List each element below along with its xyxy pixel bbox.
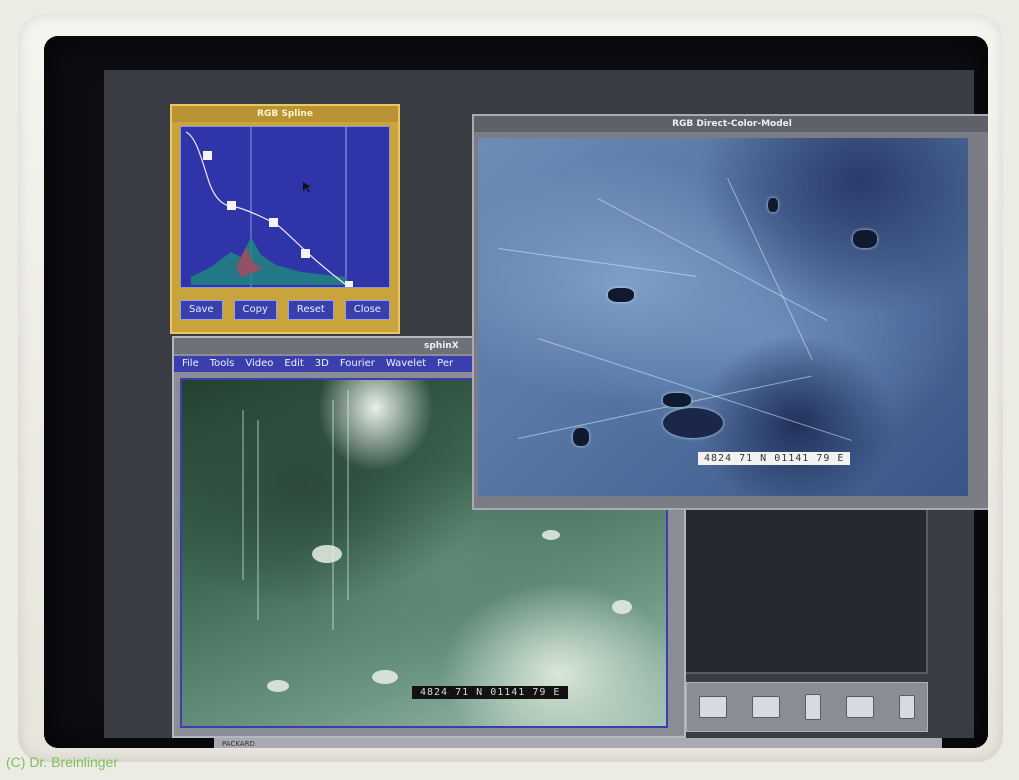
spline-button-row: Save Copy Reset Close: [180, 300, 390, 326]
scan-streak: [257, 420, 259, 620]
monitor-screen: RGB Spline Save Copy Reset Close sphinX …: [44, 36, 988, 748]
control-point[interactable]: [301, 249, 310, 258]
rgb-direct-color-title[interactable]: RGB Direct-Color-Model: [474, 116, 988, 132]
menu-file[interactable]: File: [182, 356, 199, 372]
dark-pit: [768, 198, 778, 212]
reset-button[interactable]: Reset: [287, 300, 334, 320]
tool-icon[interactable]: [845, 696, 874, 718]
menu-3d[interactable]: 3D: [315, 356, 329, 372]
crack-line: [597, 198, 828, 321]
control-point[interactable]: [269, 218, 278, 227]
card-icon[interactable]: [752, 696, 781, 718]
car-icon[interactable]: [699, 696, 728, 718]
menu-video[interactable]: Video: [245, 356, 273, 372]
dark-pit: [663, 393, 691, 407]
spline-curve-svg: [185, 127, 353, 288]
bright-patch: [267, 680, 289, 692]
crack-line: [497, 248, 697, 277]
scan-streak: [332, 400, 334, 630]
scan-streak: [347, 390, 349, 600]
icon-shelf: [686, 682, 928, 732]
bright-patch: [312, 545, 342, 563]
scan-streak: [242, 410, 244, 580]
control-point[interactable]: [345, 281, 353, 287]
rgb-spline-window[interactable]: RGB Spline Save Copy Reset Close: [170, 104, 400, 334]
bright-patch: [612, 600, 632, 614]
device-icon[interactable]: [804, 694, 821, 720]
close-button[interactable]: Close: [344, 300, 390, 320]
menu-wavelet[interactable]: Wavelet: [386, 356, 426, 372]
menu-edit[interactable]: Edit: [284, 356, 303, 372]
dark-pit: [608, 288, 634, 302]
menu-per[interactable]: Per: [437, 356, 453, 372]
dark-pond: [663, 408, 723, 438]
menu-fourier[interactable]: Fourier: [340, 356, 375, 372]
bright-patch: [372, 670, 398, 684]
rgb-direct-color-window[interactable]: RGB Direct-Color-Model 4824 71 N 01141 7…: [472, 114, 988, 510]
rgb-spline-title[interactable]: RGB Spline: [172, 106, 398, 122]
control-point[interactable]: [203, 151, 212, 160]
aerial-image-blue[interactable]: 4824 71 N 01141 79 E: [478, 138, 968, 496]
crack-line: [518, 375, 812, 439]
copy-button[interactable]: Copy: [233, 300, 277, 320]
bright-patch: [542, 530, 560, 540]
brand-label: PACKARD: [222, 740, 255, 748]
coordinate-overlay: 4824 71 N 01141 79 E: [412, 686, 569, 699]
monitor-brand-strip: PACKARD: [214, 738, 942, 748]
dark-pit: [853, 230, 877, 248]
desktop: RGB Spline Save Copy Reset Close sphinX …: [104, 70, 988, 748]
save-button[interactable]: Save: [180, 300, 223, 320]
coordinate-overlay: 4824 71 N 01141 79 E: [698, 452, 851, 465]
histogram: [191, 237, 349, 285]
background-window: [674, 500, 928, 674]
dark-pit: [573, 428, 589, 446]
spline-curve-plot[interactable]: [180, 126, 390, 288]
trash-icon[interactable]: [898, 695, 915, 719]
mouse-cursor-icon: [303, 182, 311, 193]
copyright-caption: (C) Dr. Breinlinger: [6, 754, 119, 770]
control-point[interactable]: [227, 201, 236, 210]
menu-tools[interactable]: Tools: [210, 356, 235, 372]
